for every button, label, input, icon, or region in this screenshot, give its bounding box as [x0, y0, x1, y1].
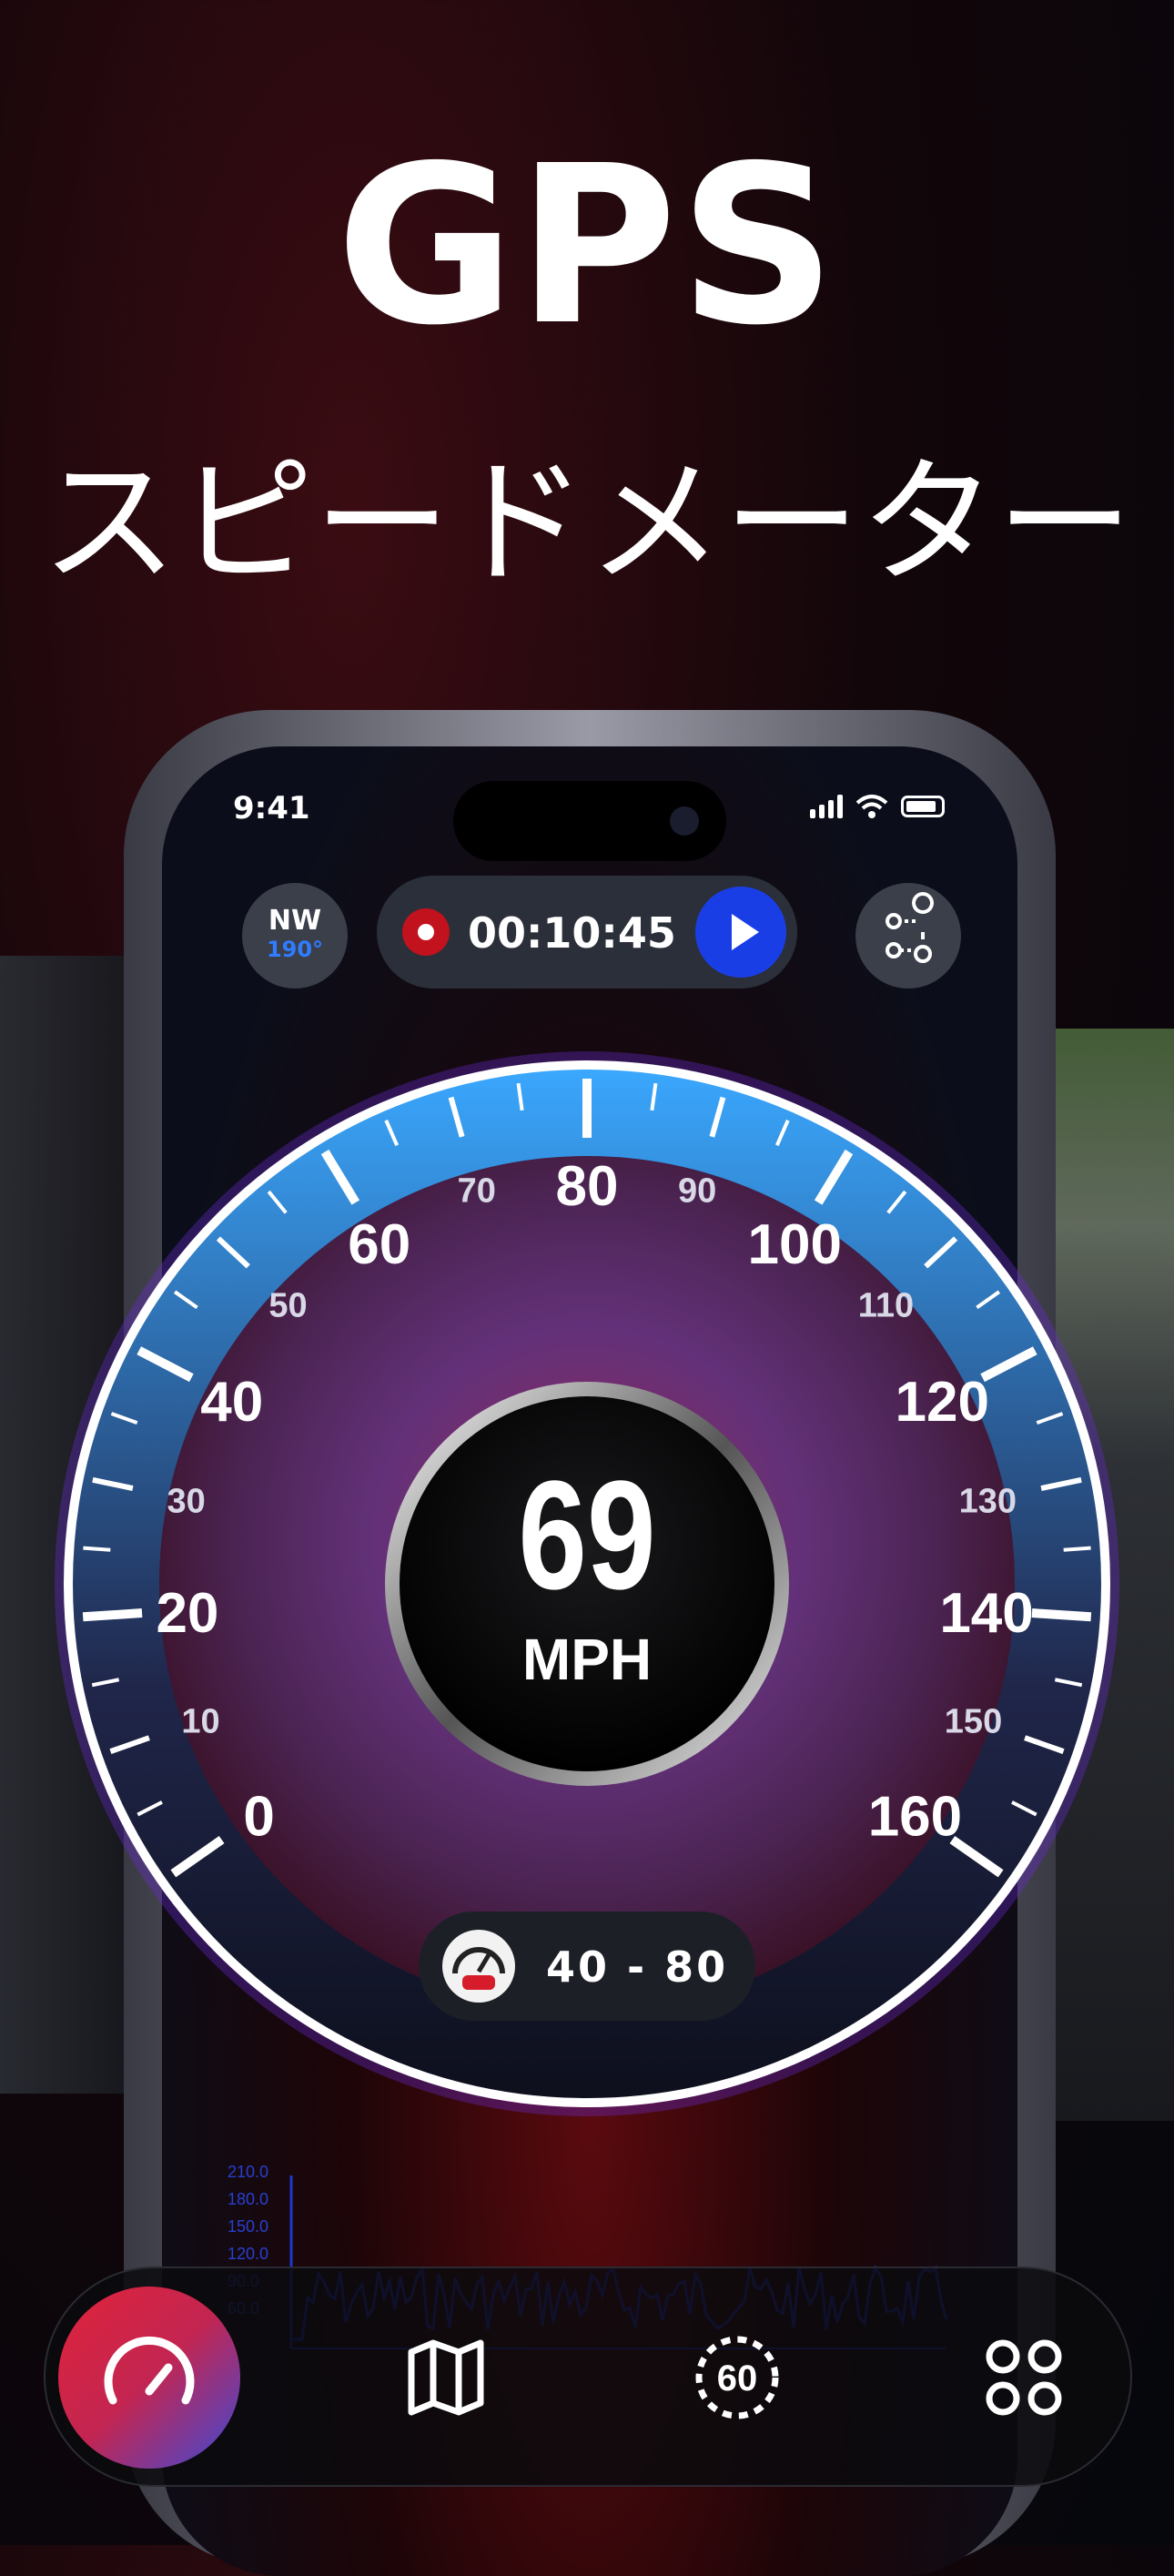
gauge-major-label: 0 [243, 1785, 274, 1848]
compass-button[interactable]: NW 190° [242, 883, 348, 989]
compass-degrees: 190° [266, 937, 324, 962]
status-icons [810, 794, 945, 819]
speed-limit-icon: 60 [695, 2336, 779, 2419]
gauge-tick [83, 1546, 111, 1552]
dynamic-island [453, 781, 726, 861]
gauge-major-label: 160 [868, 1785, 962, 1848]
gauge-tick [1063, 1546, 1091, 1552]
grid-icon [986, 2339, 1062, 2416]
signal-icon [810, 795, 843, 818]
gauge-minor-label: 30 [167, 1482, 205, 1520]
speed-range-text: 40 - 80 [546, 1942, 729, 1992]
speed-value: 69 [518, 1449, 655, 1622]
mini-chart-y-tick: 180.0 [228, 2190, 268, 2208]
gauge-tick [1031, 1608, 1092, 1622]
battery-icon [901, 796, 945, 817]
gauge-minor-label: 70 [458, 1172, 496, 1211]
route-icon [886, 892, 934, 963]
status-time: 9:41 [233, 790, 310, 827]
timer-text: 00:10:45 [468, 908, 676, 958]
wifi-icon [855, 795, 888, 818]
mini-chart-y-tick: 150.0 [228, 2217, 268, 2236]
route-button[interactable] [855, 883, 961, 989]
gauge-minor-label: 50 [268, 1286, 307, 1324]
headline-subtitle: スピードメーター [40, 444, 1133, 603]
mini-chart-y-tick: 120.0 [228, 2245, 268, 2263]
gauge-major-label: 60 [348, 1213, 410, 1276]
gauge-minor-label: 150 [945, 1702, 1002, 1740]
speedometer-icon [104, 2336, 195, 2405]
tab-more[interactable] [933, 2287, 1115, 2469]
speed-range-icon [442, 1930, 515, 2003]
map-icon [408, 2339, 484, 2416]
gauge-tick [82, 1608, 143, 1622]
gauge-minor-label: 110 [858, 1286, 914, 1324]
speed-limit-label: 60 [717, 2358, 758, 2399]
tab-map[interactable] [355, 2287, 537, 2469]
camera-icon [670, 806, 699, 836]
speed-range-pill[interactable]: 40 - 80 [419, 1912, 755, 2021]
tab-bar: 60 [44, 2267, 1132, 2487]
mini-chart-y-tick: 210.0 [228, 2163, 268, 2181]
gauge-minor-label: 10 [181, 1702, 219, 1740]
record-icon[interactable] [402, 908, 450, 956]
tab-speed-limit[interactable]: 60 [646, 2287, 828, 2469]
gauge-major-label: 20 [156, 1582, 218, 1645]
headline-title: GPS [336, 118, 838, 373]
gauge-major-label: 100 [748, 1213, 842, 1276]
gauge-major-label: 140 [939, 1582, 1033, 1645]
speed-unit: MPH [522, 1627, 652, 1692]
tab-speedometer[interactable] [58, 2287, 240, 2469]
gauge-major-label: 40 [200, 1371, 263, 1434]
gauge-major-label: 80 [556, 1155, 619, 1218]
compass-direction: NW [268, 905, 322, 937]
gauge-minor-label: 90 [678, 1172, 716, 1211]
trip-timer: 00:10:45 [377, 876, 797, 989]
play-button[interactable] [695, 887, 786, 978]
gauge-major-label: 120 [896, 1371, 989, 1434]
gauge-minor-label: 130 [959, 1482, 1017, 1520]
